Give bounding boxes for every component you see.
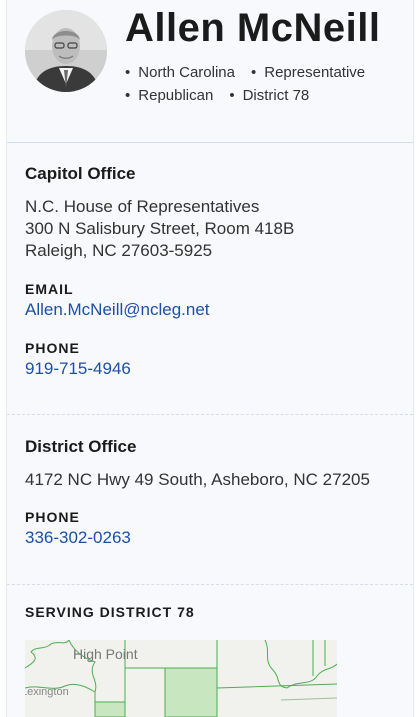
district-map[interactable]: High Point Lexington bbox=[25, 640, 337, 717]
district-office-address: 4172 NC Hwy 49 South, Asheboro, NC 27205 bbox=[25, 470, 370, 489]
district-phone-link[interactable]: 336-302-0263 bbox=[25, 528, 131, 548]
meta-state: North Carolina bbox=[125, 64, 235, 81]
avatar bbox=[25, 10, 107, 92]
representative-card: Allen McNeill North Carolina Representat… bbox=[6, 0, 414, 717]
phone-label: PHONE bbox=[25, 509, 80, 525]
email-link[interactable]: Allen.McNeill@ncleg.net bbox=[25, 300, 210, 320]
map-label-high-point: High Point bbox=[73, 646, 138, 662]
header-divider bbox=[7, 142, 413, 143]
phone-label: PHONE bbox=[25, 340, 80, 356]
address-line: N.C. House of Representatives bbox=[25, 197, 260, 216]
address-line: 300 N Salisbury Street, Room 418B bbox=[25, 219, 295, 238]
capitol-phone-link[interactable]: 919-715-4946 bbox=[25, 359, 131, 379]
capitol-office-address: N.C. House of Representatives 300 N Sali… bbox=[25, 196, 294, 262]
capitol-office-title: Capitol Office bbox=[25, 164, 136, 183]
meta-chamber: Representative bbox=[251, 64, 365, 81]
email-label: EMAIL bbox=[25, 281, 74, 297]
address-line: Raleigh, NC 27603-5925 bbox=[25, 241, 213, 260]
district-map-graphic bbox=[25, 640, 337, 717]
section-divider bbox=[7, 584, 413, 585]
map-label-lexington: Lexington bbox=[25, 686, 69, 698]
representative-name: Allen McNeill bbox=[125, 6, 381, 50]
serving-district-label: SERVING DISTRICT 78 bbox=[25, 604, 195, 620]
meta-district: District 78 bbox=[229, 87, 310, 104]
profile-header: Allen McNeill North Carolina Representat… bbox=[7, 0, 413, 142]
portrait-photo bbox=[25, 10, 107, 92]
profile-meta: North Carolina Representative Republican… bbox=[125, 64, 405, 110]
section-divider bbox=[7, 414, 413, 415]
meta-party: Republican bbox=[125, 87, 213, 104]
district-office-title: District Office bbox=[25, 437, 137, 456]
